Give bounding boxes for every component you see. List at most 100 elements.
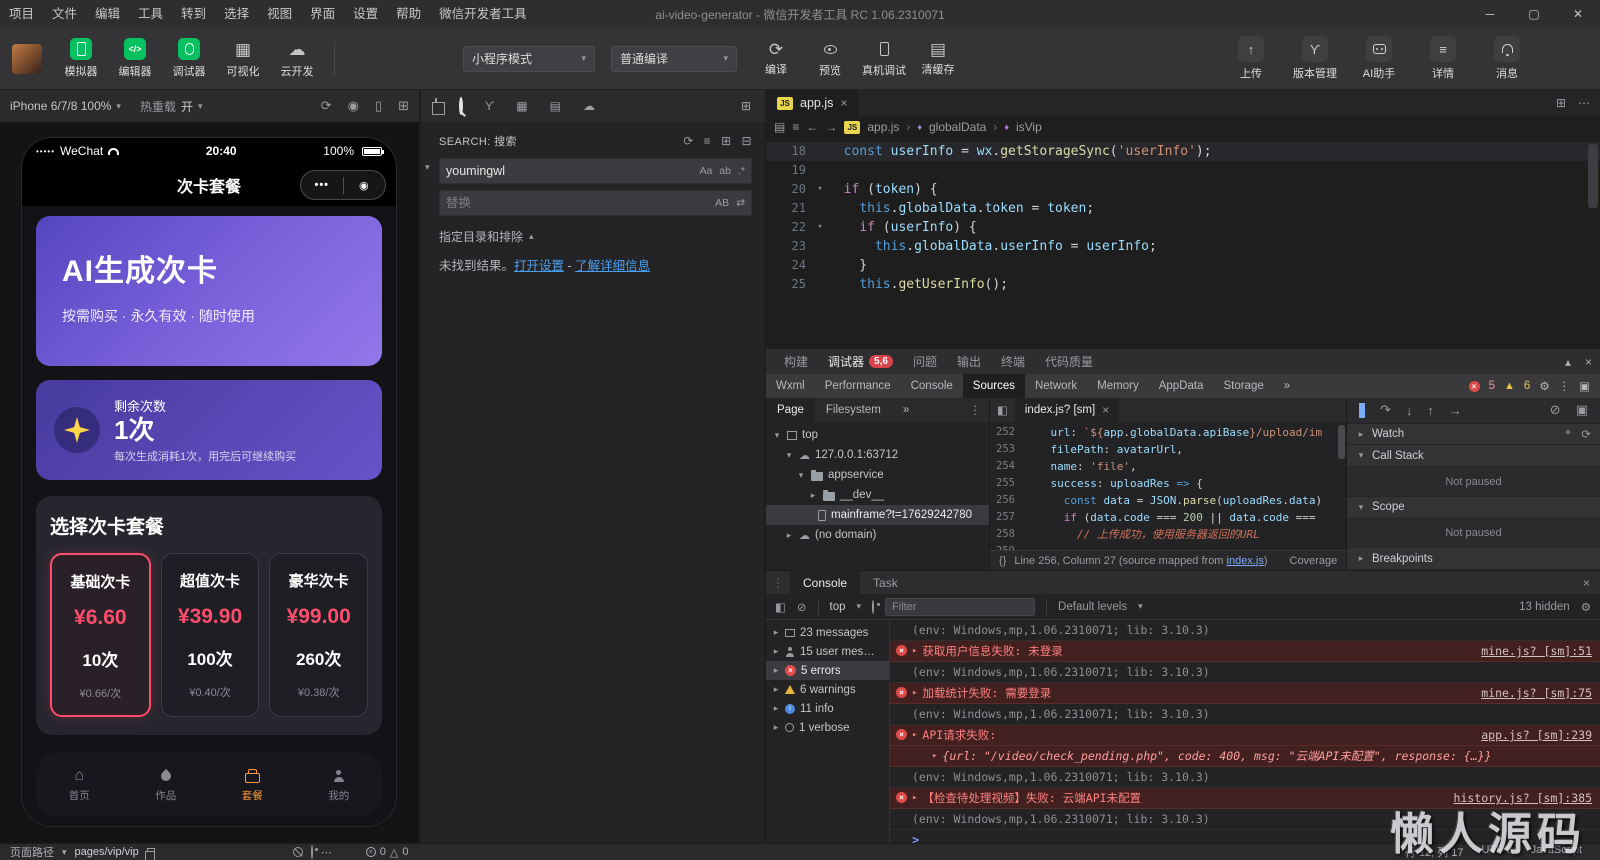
minimize-button[interactable]: ─ [1468,0,1512,28]
tab-page[interactable]: Page [766,398,815,422]
kebab-menu-icon[interactable]: ⋮ [1559,379,1571,393]
maximize-button[interactable]: ▢ [1512,0,1556,28]
deactivate-breakpoints-icon[interactable]: ⊘ [1550,402,1561,418]
tab-works[interactable]: 作品 [123,767,210,803]
menu-item[interactable]: 微信开发者工具 [430,0,536,28]
expand-triangle-icon[interactable]: ▸ [912,643,917,659]
git-branch-icon[interactable]: ϒ [485,99,494,113]
screenshot-icon[interactable]: ◉ [348,98,359,114]
mode-select[interactable]: 小程序模式 ▾ [463,46,595,72]
rotate-icon[interactable]: ⟳ [321,98,332,114]
clear-console-icon[interactable]: ⊘ [797,600,807,614]
tree-item-top[interactable]: ▾top [766,425,989,445]
filter-verbose[interactable]: ▸1 verbose [766,718,889,737]
menu-item[interactable]: 文件 [43,0,86,28]
fold-chevron-icon[interactable]: ▾ [812,180,828,199]
compile-button[interactable]: ⟳ 编译 [749,41,803,77]
expand-triangle-icon[interactable]: ▸ [912,727,917,743]
close-tab-icon[interactable]: × [1102,403,1109,417]
filter-user-messages[interactable]: ▸15 user mes… [766,642,889,661]
preserve-case-button[interactable]: AB [715,197,729,209]
plan-card-deluxe[interactable]: 豪华次卡 ¥99.00 260次 ¥0.38/次 [269,553,368,717]
match-case-button[interactable]: Aa [699,165,712,177]
filter-input[interactable] [892,601,1028,613]
filter-warnings[interactable]: ▸6 warnings [766,680,889,699]
warning-count[interactable]: 6 [1524,380,1530,392]
nav-forward-icon[interactable]: → [825,120,837,134]
tab-output[interactable]: 输出 [947,349,991,374]
menu-item[interactable]: 编辑 [86,0,129,28]
filter-info[interactable]: ▸i11 info [766,699,889,718]
tab-storage[interactable]: Storage [1213,374,1273,398]
search-details-toggle[interactable]: 指定目录和排除 ▴ [439,228,752,245]
tab-build[interactable]: 构建 [774,349,818,374]
device-select[interactable]: iPhone 6/7/8 100% [10,99,111,113]
avatar[interactable] [12,44,42,74]
files-icon[interactable] [435,99,437,113]
cloud-icon[interactable]: ☁ [583,99,595,113]
hidden-messages-count[interactable]: 13 hidden [1519,601,1570,613]
open-settings-link[interactable]: 打开设置 [514,259,564,273]
tab-memory[interactable]: Memory [1087,374,1149,398]
coverage-label[interactable]: Coverage [1290,555,1338,567]
grid-icon[interactable]: ▦ [516,99,527,113]
menu-item[interactable]: 设置 [344,0,387,28]
split-editor-icon[interactable]: ⊞ [1556,96,1566,110]
open-editor-icon[interactable]: ⊞ [721,134,731,148]
editor-button[interactable]: </> 编辑器 [108,38,162,79]
tab-home[interactable]: ⌂ 首页 [36,767,123,803]
cloud-dev-button[interactable]: ☁ 云开发 [270,38,324,79]
details-button[interactable]: ≡ 详情 [1416,36,1470,81]
breadcrumb-symbol[interactable]: globalData [929,120,986,134]
step-out-icon[interactable]: ↑ [1427,403,1434,418]
replace-all-button[interactable]: ⇄ [736,197,745,209]
code-editor[interactable]: 18 const userInfo = wx.getStorageSync('u… [766,138,1600,348]
fold-chevron-icon[interactable]: ▾ [812,218,828,237]
tab-problems[interactable]: 问题 [903,349,947,374]
dock-icon[interactable]: ▣ [1579,379,1590,393]
refresh-watch-icon[interactable]: ⟳ [1581,427,1591,441]
source-link[interactable]: mine.js? [sm]:51 [1467,643,1592,659]
source-link[interactable]: mine.js? [sm]:75 [1467,685,1592,701]
tab-debugger[interactable]: 调试器5,6 [818,349,903,374]
refresh-icon[interactable]: ⟳ [683,134,693,148]
kebab-menu-icon[interactable]: ⋮ [970,403,990,417]
messages-button[interactable]: 消息 [1480,36,1534,81]
close-button[interactable]: ✕ [1556,0,1600,28]
overflow-tabs-icon[interactable]: » [1274,374,1300,398]
gear-icon[interactable]: ⚙ [1539,379,1549,393]
drag-handle-icon[interactable]: ⋮ [766,571,790,594]
tab-wxml[interactable]: Wxml [766,374,815,398]
tab-network[interactable]: Network [1025,374,1087,398]
tab-plans[interactable]: 套餐 [209,767,296,803]
home-capsule-button[interactable]: ◉ [344,179,386,192]
editor-tab-appjs[interactable]: JS app.js × [766,90,858,116]
tab-code-quality[interactable]: 代码质量 [1035,349,1103,374]
tab-task[interactable]: Task [860,571,911,594]
filter-all-messages[interactable]: ▸23 messages [766,623,889,642]
tree-item-mainframe[interactable]: mainframe?t=17629242780 [766,505,989,525]
visualizer-button[interactable]: ▦ 可视化 [216,38,270,79]
ai-assistant-button[interactable]: AI助手 [1352,36,1406,81]
page-path-label[interactable]: 页面路径 [10,844,54,860]
tab-console[interactable]: Console [901,374,963,398]
tab-terminal[interactable]: 终端 [991,349,1035,374]
nav-back-icon[interactable]: ← [806,120,818,134]
panel-icon[interactable]: ▤ [550,99,561,113]
source-link[interactable]: app.js? [sm]:239 [1467,727,1592,743]
source-scrollbar[interactable] [1338,425,1345,459]
callstack-section-header[interactable]: ▾ Call Stack [1347,445,1600,467]
pause-on-exceptions-icon[interactable]: ▣ [1576,402,1588,418]
pause-icon[interactable] [1359,403,1365,418]
menu-item[interactable]: 工具 [129,0,172,28]
hide-navigator-icon[interactable]: ◧ [990,403,1015,417]
scope-section-header[interactable]: ▾ Scope [1347,497,1600,519]
close-panel-icon[interactable]: × [1585,355,1592,369]
version-control-button[interactable]: ϒ 版本管理 [1288,36,1342,81]
expand-all-icon[interactable]: ≡ [704,134,711,148]
replace-input[interactable] [446,196,708,210]
tab-mine[interactable]: 我的 [296,767,383,803]
plan-card-basic[interactable]: 基础次卡 ¥6.60 10次 ¥0.66/次 [50,553,151,717]
tab-sources[interactable]: Sources [963,374,1025,398]
tab-filesystem[interactable]: Filesystem [815,398,892,422]
